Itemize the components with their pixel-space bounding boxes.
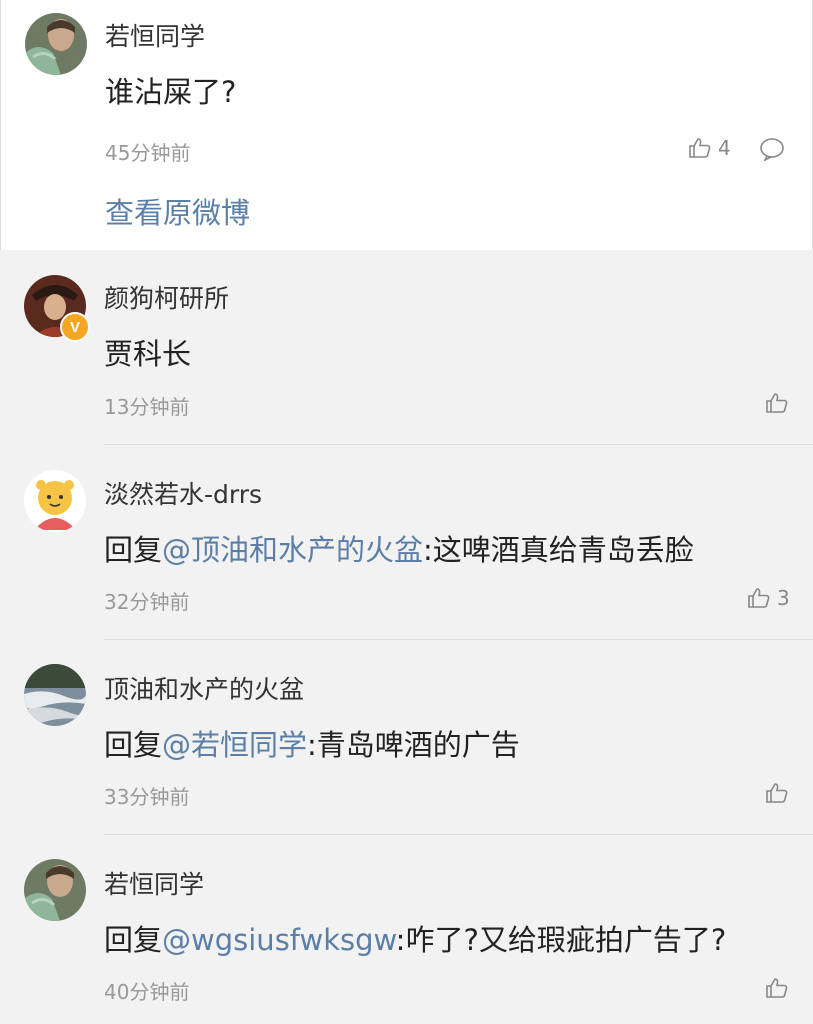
- comment-text: 贾科长: [104, 337, 192, 371]
- comment-time: 33分钟前: [104, 785, 190, 809]
- reply-body: :这啤酒真给青岛丢脸: [423, 533, 694, 567]
- thumbs-up-icon: [747, 586, 771, 610]
- verified-badge: V: [60, 312, 90, 342]
- top-comment-card: 若恒同学 谁沾屎了? 45分钟前 4 查看原微博: [0, 0, 813, 250]
- like-button[interactable]: [765, 781, 789, 805]
- avatar[interactable]: [24, 859, 86, 921]
- divider: [104, 444, 813, 445]
- comment-text: 回复@若恒同学:青岛啤酒的广告: [104, 722, 520, 764]
- comment-time: 45分钟前: [105, 141, 191, 165]
- like-count: 4: [718, 136, 731, 160]
- comment-author[interactable]: 淡然若水-drrs: [104, 475, 262, 511]
- thumbs-up-icon: [765, 781, 789, 805]
- avatar-image: [24, 859, 86, 921]
- comment-time: 32分钟前: [104, 590, 190, 614]
- avatar[interactable]: [24, 664, 86, 726]
- like-button[interactable]: 3: [747, 586, 790, 610]
- avatar-image: [24, 664, 86, 726]
- comment-author[interactable]: 顶油和水产的火盆: [104, 670, 304, 706]
- thumbs-up-icon: [765, 391, 789, 415]
- mention-link[interactable]: @若恒同学: [162, 728, 307, 762]
- like-button[interactable]: [765, 391, 789, 415]
- comment-author[interactable]: 若恒同学: [104, 865, 204, 901]
- comment-author[interactable]: 颜狗柯研所: [104, 279, 229, 315]
- thumbs-up-icon: [765, 976, 789, 1000]
- like-button[interactable]: 4: [688, 136, 731, 160]
- comment-author[interactable]: 若恒同学: [105, 17, 205, 53]
- like-button[interactable]: [765, 976, 789, 1000]
- thumbs-up-icon: [688, 136, 712, 160]
- comment-time: 13分钟前: [104, 395, 190, 419]
- mention-link[interactable]: @wgsiusfwksgw: [162, 923, 396, 957]
- divider: [104, 834, 813, 835]
- comment-time: 40分钟前: [104, 980, 190, 1004]
- avatar[interactable]: [24, 470, 86, 532]
- reply-body: :青岛啤酒的广告: [307, 728, 520, 762]
- divider: [104, 639, 813, 640]
- reply-bubble-icon[interactable]: [759, 137, 785, 161]
- mention-link[interactable]: @顶油和水产的火盆: [162, 533, 423, 567]
- comment-text: 回复@顶油和水产的火盆:这啤酒真给青岛丢脸: [104, 527, 694, 569]
- reply-prefix: 回复: [104, 533, 163, 567]
- like-count: 3: [777, 586, 790, 610]
- reply-body: :咋了?又给瑕疵拍广告了?: [395, 923, 727, 957]
- comment-text: 回复@wgsiusfwksgw:咋了?又给瑕疵拍广告了?: [104, 917, 726, 959]
- reply-prefix: 回复: [104, 923, 163, 957]
- avatar-image: [24, 470, 86, 532]
- view-original-link[interactable]: 查看原微博: [105, 190, 250, 232]
- avatar-image: [25, 13, 87, 75]
- comment-text: 谁沾屎了?: [105, 75, 237, 109]
- avatar[interactable]: [25, 13, 87, 75]
- reply-prefix: 回复: [104, 728, 163, 762]
